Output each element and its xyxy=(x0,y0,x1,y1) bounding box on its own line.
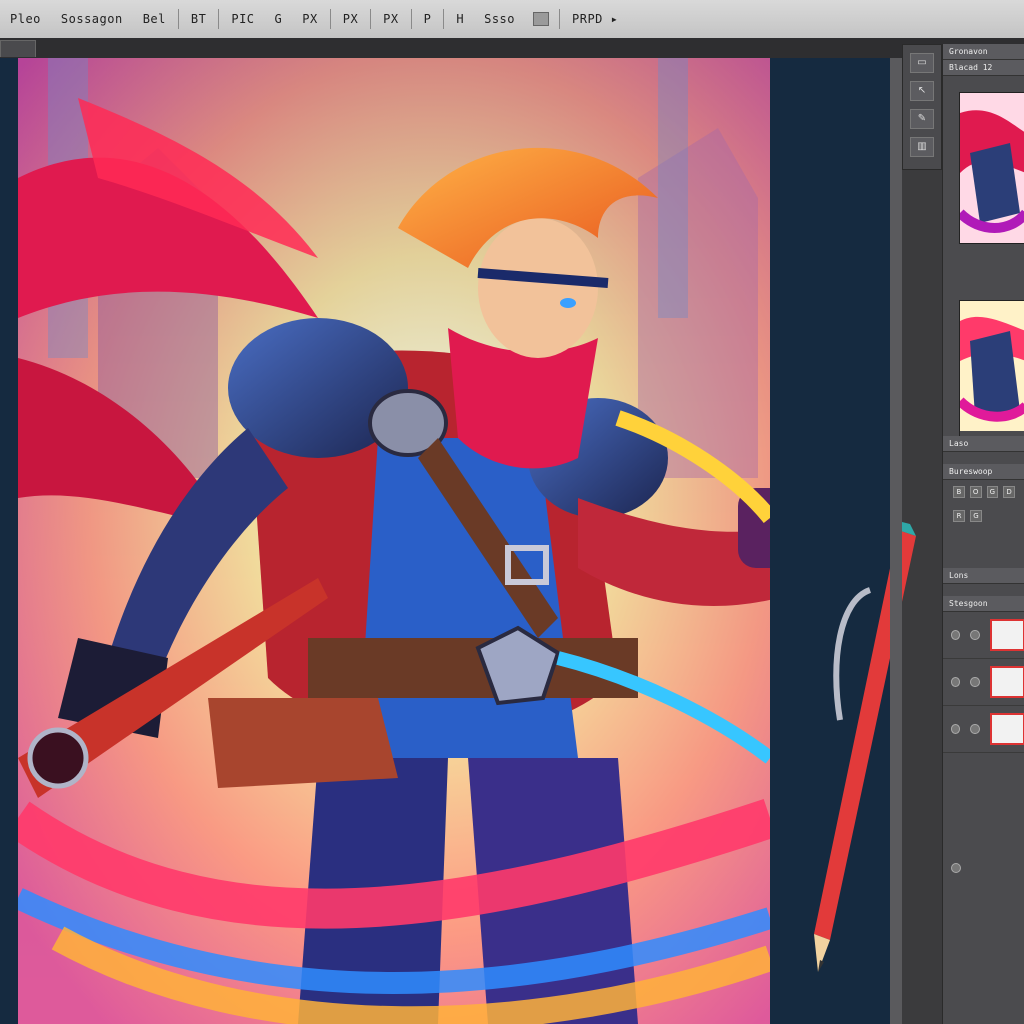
pencil-decoration xyxy=(814,522,916,972)
layer-row[interactable] xyxy=(943,612,1024,659)
swatch-icon[interactable] xyxy=(533,12,549,26)
menu-item-file[interactable]: Pleo xyxy=(0,12,51,26)
curves-icon[interactable]: D xyxy=(1003,486,1015,498)
menu-separator xyxy=(218,9,220,29)
menu-bar: Pleo Sossagon Bel BT PIC G PX PX PX P H … xyxy=(0,0,1024,39)
brush-tool-icon[interactable]: ✎ xyxy=(910,109,934,129)
artwork-illustration xyxy=(18,58,770,1024)
menu-separator xyxy=(559,9,560,29)
adjustment-icons: R G xyxy=(943,504,1024,528)
menu-item-image[interactable]: Bel xyxy=(133,12,176,26)
menu-separator xyxy=(443,9,445,29)
gradient-icon[interactable]: G xyxy=(986,486,999,498)
menu-item-window[interactable]: H xyxy=(446,12,474,26)
layers-tool-icon[interactable]: ▥ xyxy=(910,137,934,157)
document-canvas[interactable] xyxy=(18,58,770,1024)
adjustment-icons: B O G D xyxy=(943,480,1024,504)
layer-row[interactable] xyxy=(943,659,1024,706)
adjustments-panel-subtitle: Bureswoop xyxy=(943,464,1024,480)
history-thumbnail[interactable] xyxy=(959,300,1024,452)
link-icon[interactable] xyxy=(970,630,980,640)
layers-panel-title[interactable]: Lons xyxy=(943,568,1024,584)
menu-item-select[interactable]: G xyxy=(265,12,293,26)
layer-thumbnail xyxy=(989,666,1024,698)
thumbnail-image xyxy=(960,93,1024,243)
tool-strip: ▭ ↖ ✎ ▥ xyxy=(902,44,942,170)
right-panel: Gronavon Blacad 12 Laso Bureswoop B O G … xyxy=(942,44,1024,1024)
move-tool-icon[interactable]: ↖ xyxy=(910,81,934,101)
brightness-icon[interactable]: B xyxy=(953,486,965,498)
menu-item-3d[interactable]: PX xyxy=(333,12,368,26)
menu-item-plugins[interactable]: P xyxy=(414,12,442,26)
menu-item-help[interactable]: Ssso xyxy=(474,12,525,26)
layer-row[interactable] xyxy=(943,706,1024,753)
menu-separator xyxy=(329,9,331,29)
menu-item-layer[interactable]: BT xyxy=(181,12,216,26)
menu-separator xyxy=(177,9,179,29)
navigator-thumbnail[interactable] xyxy=(959,92,1024,244)
menu-item-edit[interactable]: Sossagon xyxy=(51,12,133,26)
link-icon[interactable] xyxy=(970,724,980,734)
adjustments-panel-title[interactable]: Laso xyxy=(943,436,1024,452)
levels-icon[interactable]: O xyxy=(969,486,982,498)
menu-separator xyxy=(410,9,412,29)
layers-panel-subtitle: Stesgoon xyxy=(943,596,1024,612)
visibility-eye-icon[interactable] xyxy=(951,724,961,734)
vertical-scrollbar[interactable] xyxy=(890,58,902,1024)
color-balance-icon[interactable]: G xyxy=(970,510,982,522)
document-tab-bar xyxy=(0,38,1024,59)
menu-item-type[interactable]: PIC xyxy=(221,12,264,26)
layer-footer xyxy=(943,753,1024,887)
marquee-tool-icon[interactable]: ▭ xyxy=(910,53,934,73)
menu-item-filter[interactable]: PX xyxy=(292,12,327,26)
adjustments-panel: Laso Bureswoop B O G D R G xyxy=(943,436,1024,528)
visibility-eye-icon[interactable] xyxy=(951,630,961,640)
navigator-panel-title[interactable]: Gronavon xyxy=(943,44,1024,60)
thumbnail-image xyxy=(960,301,1024,431)
menu-separator xyxy=(370,9,372,29)
layers-panel: Lons Stesgoon xyxy=(943,568,1024,887)
hue-icon[interactable]: R xyxy=(953,510,965,522)
navigator-panel-subtitle: Blacad 12 xyxy=(943,60,1024,76)
layer-thumbnail xyxy=(989,713,1024,745)
document-tab[interactable] xyxy=(0,40,36,57)
new-layer-icon[interactable] xyxy=(951,863,961,873)
workspace xyxy=(0,58,900,1024)
visibility-eye-icon[interactable] xyxy=(951,677,961,687)
menu-item-workspace[interactable]: PRPD ▸ xyxy=(562,12,628,26)
layer-thumbnail xyxy=(989,619,1024,651)
link-icon[interactable] xyxy=(970,677,980,687)
menu-item-view[interactable]: PX xyxy=(373,12,408,26)
